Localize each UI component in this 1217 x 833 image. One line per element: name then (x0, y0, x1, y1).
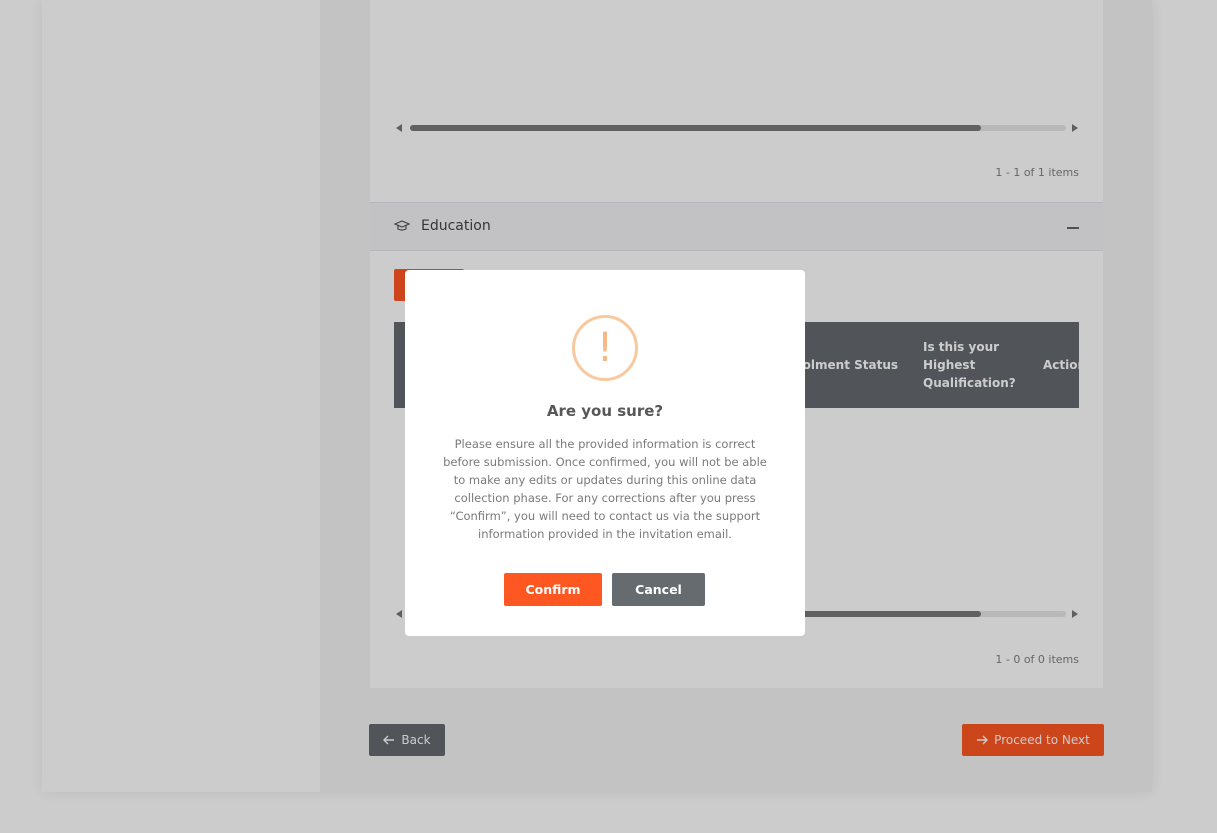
cancel-button[interactable]: Cancel (612, 573, 705, 606)
confirm-button[interactable]: Confirm (504, 573, 602, 606)
dialog-title: Are you sure? (546, 402, 664, 420)
confirmation-dialog: ! Are you sure? Please ensure all the pr… (405, 270, 805, 636)
dialog-message: Please ensure all the provided informati… (443, 437, 767, 541)
warning-icon: ! (572, 315, 638, 381)
